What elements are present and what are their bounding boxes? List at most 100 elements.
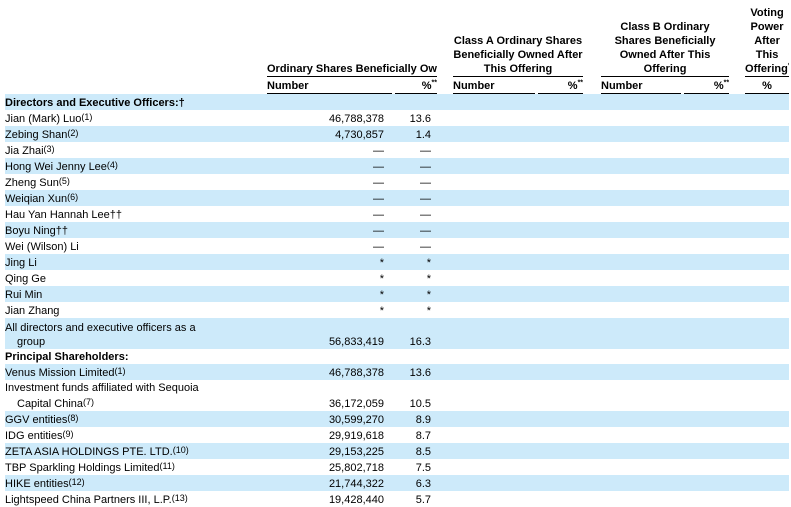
prior-offering-header: Ordinary Shares Beneficially Owned Prior…: [267, 2, 437, 77]
shares-percent: —: [395, 206, 437, 222]
holder-name-text: Jian (Mark) Luo: [5, 113, 81, 125]
table-row: GGV entities(8) 30,599,2708.9: [5, 411, 789, 427]
holder-name: Jian (Mark) Luo(1): [5, 110, 255, 126]
holder-name-text: Rui Min: [5, 289, 42, 301]
footnote-ref: (13): [172, 493, 188, 503]
shares-number: 56,833,419: [267, 318, 392, 349]
shares-percent: 16.3: [395, 318, 437, 349]
table-body: Directors and Executive Officers:†Jian (…: [5, 94, 789, 507]
holder-name-line2-text: Capital China: [17, 398, 83, 410]
holder-name-text: Wei (Wilson) Li: [5, 241, 79, 253]
holder-name: Qing Ge: [5, 270, 255, 286]
holder-name: IDG entities(9): [5, 427, 255, 443]
shares-percent: —: [395, 238, 437, 254]
number-header: Number: [267, 77, 392, 94]
class-a-header: Class A Ordinary Shares Beneficially Own…: [453, 2, 583, 77]
shares-number: —: [267, 174, 392, 190]
shares-number: 46,788,378: [267, 364, 392, 380]
class-b-header: Class B Ordinary Shares Beneficially Own…: [601, 2, 729, 77]
shares-number: *: [267, 302, 392, 318]
table-row: Weiqian Xun(6)——: [5, 190, 789, 206]
holder-name: All directors and executive officers as …: [5, 318, 255, 349]
shares-number: —: [267, 142, 392, 158]
shares-number: —: [267, 158, 392, 174]
holder-name: HIKE entities(12): [5, 475, 255, 491]
footnote-ref: (10): [173, 445, 189, 455]
holder-name: Lightspeed China Partners III, L.P.(13): [5, 491, 255, 507]
holder-name: Jing Li: [5, 254, 255, 270]
shares-number: 19,428,440: [267, 491, 392, 507]
table-row: Wei (Wilson) Li ——: [5, 238, 789, 254]
shares-percent: —: [395, 158, 437, 174]
ownership-table: Ordinary Shares Beneficially Owned Prior…: [5, 2, 789, 507]
footnote-ref: (6): [67, 192, 78, 202]
holder-name-text: Jing Li: [5, 257, 37, 269]
holder-name-text: Boyu Ning††: [5, 225, 68, 237]
holder-name: Jia Zhai(3): [5, 142, 255, 158]
shares-number: 25,802,718: [267, 459, 392, 475]
pct-header: %**: [395, 77, 437, 94]
holder-name: Zebing Shan(2): [5, 126, 255, 142]
shares-number: 46,788,378: [267, 110, 392, 126]
shares-number: 4,730,857: [267, 126, 392, 142]
shares-percent: *: [395, 254, 437, 270]
shares-percent: —: [395, 142, 437, 158]
holder-name-line2: Capital China(7): [5, 395, 255, 411]
holder-name: Zheng Sun(5): [5, 174, 255, 190]
holder-name-text: Lightspeed China Partners III, L.P.: [5, 494, 172, 506]
holder-name: Rui Min: [5, 286, 255, 302]
holder-name: Venus Mission Limited(1): [5, 364, 255, 380]
table-row: Zebing Shan(2) 4,730,8571.4: [5, 126, 789, 142]
holder-name-text: Zheng Sun: [5, 177, 59, 189]
shares-number: *: [267, 270, 392, 286]
shares-number: 30,599,270: [267, 411, 392, 427]
table-row: Jia Zhai(3) ——: [5, 142, 789, 158]
shares-number: —: [267, 238, 392, 254]
table-row: Hau Yan Hannah Lee†† ——: [5, 206, 789, 222]
shares-percent: 8.9: [395, 411, 437, 427]
table-row: Hong Wei Jenny Lee(4) ——: [5, 158, 789, 174]
holder-name: TBP Sparkling Holdings Limited(11): [5, 459, 255, 475]
shares-percent: 7.5: [395, 459, 437, 475]
shares-number: 36,172,059: [267, 380, 392, 411]
shares-percent: 13.6: [395, 110, 437, 126]
table-row: Jian (Mark) Luo(1) 46,788,37813.6: [5, 110, 789, 126]
shares-percent: —: [395, 190, 437, 206]
voting-power-header: Voting Power After This Offering***: [745, 2, 789, 77]
shares-percent: —: [395, 174, 437, 190]
holder-name-line1: Investment funds affiliated with Sequoia: [5, 381, 255, 395]
shares-number: —: [267, 206, 392, 222]
footnote-ref: (3): [44, 144, 55, 154]
table-row: IDG entities(9) 29,919,6188.7: [5, 427, 789, 443]
holder-name: Investment funds affiliated with Sequoia…: [5, 380, 255, 411]
footnote-ref: (4): [107, 160, 118, 170]
table-row: Zheng Sun(5) ——: [5, 174, 789, 190]
table-row: Venus Mission Limited(1)46,788,37813.6: [5, 364, 789, 380]
number-header: Number: [601, 77, 681, 94]
shares-percent: 8.5: [395, 443, 437, 459]
table-row: Lightspeed China Partners III, L.P.(13) 1…: [5, 491, 789, 507]
section-heading: Directors and Executive Officers:†: [5, 94, 789, 110]
footnote-ref: (7): [83, 397, 94, 407]
holder-name: Jian Zhang: [5, 302, 255, 318]
shares-percent: 10.5: [395, 380, 437, 411]
shares-number: *: [267, 286, 392, 302]
holder-name-text: Hau Yan Hannah Lee††: [5, 209, 122, 221]
footnote-ref: (1): [81, 112, 92, 122]
holder-name-text: Jia Zhai: [5, 145, 44, 157]
voting-pct-header: %: [745, 77, 789, 94]
shares-number: —: [267, 190, 392, 206]
shares-percent: 8.7: [395, 427, 437, 443]
holder-name-text: ZETA ASIA HOLDINGS PTE. LTD.: [5, 446, 173, 458]
table-row: Rui Min**: [5, 286, 789, 302]
shares-number: 29,919,618: [267, 427, 392, 443]
holder-name-line2: group: [5, 335, 255, 349]
holder-name: ZETA ASIA HOLDINGS PTE. LTD.(10): [5, 443, 255, 459]
shares-percent: *: [395, 270, 437, 286]
footnote-ref: (8): [67, 413, 78, 423]
shares-percent: 1.4: [395, 126, 437, 142]
table-row: Jian Zhang**: [5, 302, 789, 318]
holder-name-text: GGV entities: [5, 414, 67, 426]
pct-header: %**: [538, 77, 583, 94]
holder-name: Hong Wei Jenny Lee(4): [5, 158, 255, 174]
